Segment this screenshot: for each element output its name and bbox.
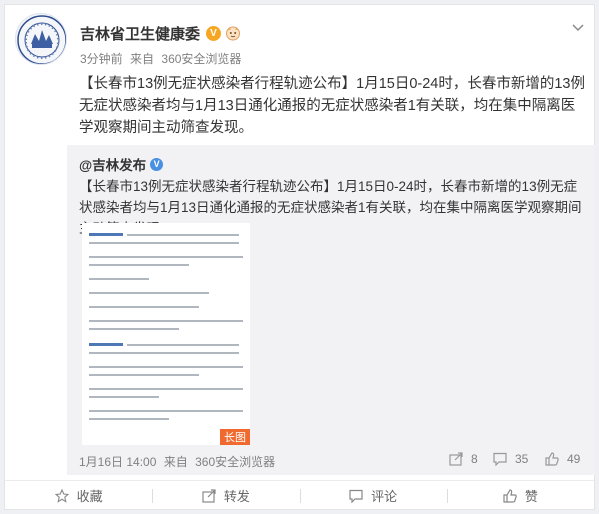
post-source: 360安全浏览器 bbox=[161, 52, 242, 66]
repost-footer: 1月16日 14:00 来自 360安全浏览器 8 35 49 bbox=[79, 451, 589, 469]
long-image-line bbox=[89, 264, 189, 266]
repost-label: 转发 bbox=[223, 489, 250, 504]
post-text: 【长春市13例无症状感染者行程轨迹公布】1月15日0-24时，长春市新增的13例… bbox=[79, 76, 585, 136]
comment-icon bbox=[493, 452, 507, 466]
verified-badge-icon: V bbox=[150, 157, 164, 171]
source-prefix: 来自 bbox=[163, 455, 188, 469]
long-image-line bbox=[89, 320, 243, 322]
share-count: 8 bbox=[471, 452, 478, 466]
long-image[interactable]: 长图 bbox=[82, 223, 250, 445]
repost-author-row: @吉林发布 V bbox=[79, 154, 164, 174]
avatar[interactable] bbox=[15, 13, 67, 65]
long-image-line bbox=[89, 418, 169, 420]
long-image-line bbox=[89, 306, 199, 308]
repost-comment-count[interactable]: 35 bbox=[493, 452, 528, 466]
long-image-line bbox=[89, 242, 239, 244]
long-image-heading bbox=[89, 233, 123, 236]
long-image-tag: 长图 bbox=[220, 429, 250, 445]
repost-author[interactable]: @吉林发布 bbox=[79, 154, 146, 174]
share-icon bbox=[449, 452, 463, 466]
long-image-line bbox=[89, 374, 199, 376]
comment-button[interactable]: 评论 bbox=[299, 481, 447, 510]
source-prefix: 来自 bbox=[130, 52, 155, 66]
like-count: 49 bbox=[567, 452, 581, 466]
repost-button[interactable]: 转发 bbox=[152, 481, 299, 510]
long-image-line bbox=[89, 388, 243, 390]
long-image-line bbox=[89, 352, 239, 354]
like-label: 赞 bbox=[524, 489, 538, 504]
comment-icon bbox=[349, 489, 363, 503]
long-image-line bbox=[127, 344, 239, 346]
favorite-button[interactable]: 收藏 bbox=[5, 481, 152, 510]
long-image-line bbox=[89, 256, 243, 258]
comment-count: 35 bbox=[515, 452, 529, 466]
like-icon bbox=[545, 452, 559, 466]
long-image-line bbox=[89, 292, 209, 294]
author-name[interactable]: 吉林省卫生健康委 bbox=[80, 23, 200, 44]
verified-badge-icon: V bbox=[206, 25, 222, 41]
share-icon bbox=[202, 488, 216, 503]
long-image-line bbox=[89, 396, 159, 398]
action-bar: 收藏 转发 评论 赞 bbox=[5, 480, 594, 510]
long-image-line bbox=[127, 234, 239, 236]
long-image-line bbox=[89, 328, 179, 330]
chevron-down-icon[interactable] bbox=[571, 23, 585, 33]
author-row: 吉林省卫生健康委 V bbox=[80, 23, 241, 43]
emblem-logo-icon bbox=[17, 15, 66, 64]
repost-date[interactable]: 1月16日 14:00 bbox=[79, 455, 156, 469]
post-time[interactable]: 3分钟前 bbox=[80, 52, 123, 66]
long-image-line bbox=[89, 410, 243, 412]
post-meta: 3分钟前 来自 360安全浏览器 bbox=[80, 50, 245, 67]
favorite-label: 收藏 bbox=[76, 489, 103, 504]
repost-like-count[interactable]: 49 bbox=[545, 452, 580, 466]
repost-meta: 1月16日 14:00 来自 360安全浏览器 bbox=[79, 453, 279, 470]
comment-label: 评论 bbox=[371, 489, 398, 504]
star-icon bbox=[54, 488, 69, 503]
like-button[interactable]: 赞 bbox=[446, 481, 594, 510]
repost-block: @吉林发布 V 【长春市13例无症状感染者行程轨迹公布】1月15日0-24时，长… bbox=[67, 145, 595, 475]
member-icon[interactable] bbox=[225, 25, 241, 41]
long-image-line bbox=[89, 366, 243, 368]
like-icon bbox=[503, 488, 517, 503]
weibo-card: 吉林省卫生健康委 V 3分钟前 来自 360安全浏览器 【长春市13例无症状感染… bbox=[4, 4, 595, 510]
repost-share-count[interactable]: 8 bbox=[449, 452, 478, 466]
long-image-heading bbox=[89, 343, 123, 346]
repost-source: 360安全浏览器 bbox=[195, 455, 276, 469]
long-image-line bbox=[89, 278, 149, 280]
